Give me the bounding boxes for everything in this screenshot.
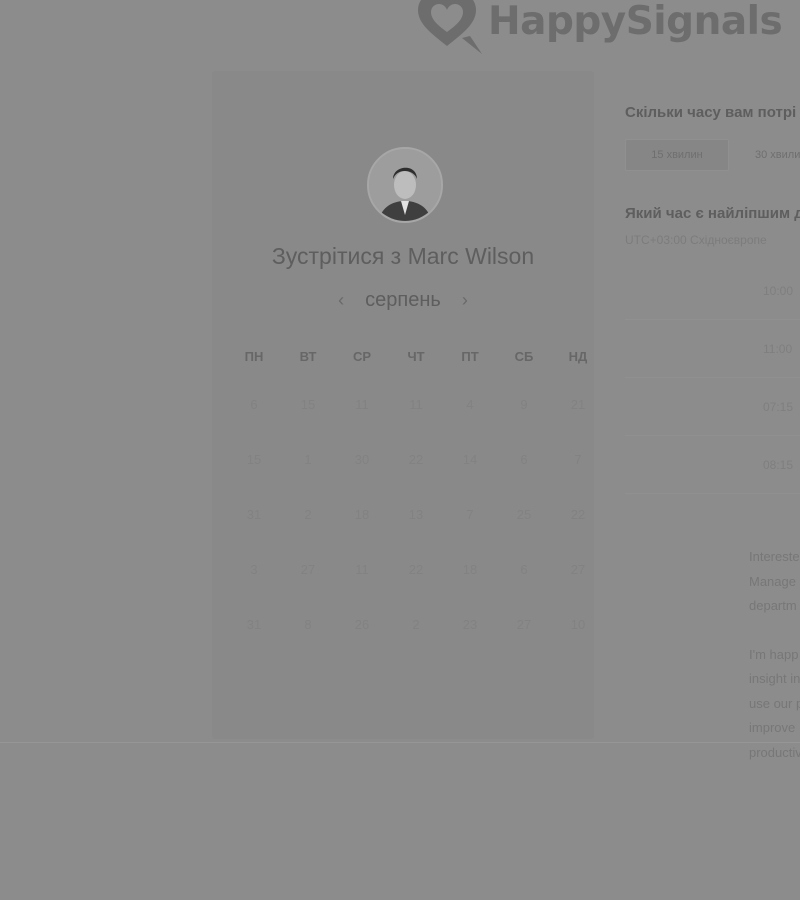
calendar-week-row: 6 15 11 11 4 9 21 xyxy=(227,369,605,424)
description-line: I'm happ xyxy=(749,646,799,662)
calendar-day[interactable]: 9 xyxy=(497,369,551,424)
time-slot-list: 10:00 11:00 07:15 08:15 xyxy=(625,262,800,494)
timezone-selector[interactable]: UTC+03:00 Східноєвропе xyxy=(625,233,767,247)
calendar-day[interactable]: 6 xyxy=(227,369,281,424)
time-slot[interactable]: 10:00 xyxy=(625,262,800,320)
calendar-week-row: 31 8 26 2 23 27 10 xyxy=(227,589,605,644)
description-line: use our p xyxy=(749,695,800,711)
scheduler-card: Зустрітися з Marc Wilson ‹ серпень › ПН … xyxy=(212,71,594,739)
weekday-label: СР xyxy=(352,349,372,364)
calendar-day[interactable]: 10 xyxy=(551,589,605,644)
logo-text: HappySignals xyxy=(488,0,783,44)
weekday-header-row: ПН ВТ СР ЧТ ПТ СБ НД xyxy=(227,349,605,369)
calendar-week-row: 31 2 18 13 7 25 22 xyxy=(227,479,605,534)
calendar-day[interactable]: 30 xyxy=(335,424,389,479)
calendar-day[interactable]: 22 xyxy=(551,479,605,534)
weekday-label: НД xyxy=(568,349,588,364)
duration-question: Скільки часу вам потрі xyxy=(625,104,797,121)
calendar-day[interactable]: 3 xyxy=(227,534,281,589)
calendar-day[interactable]: 11 xyxy=(335,534,389,589)
calendar-day[interactable]: 25 xyxy=(497,479,551,534)
calendar-day[interactable]: 18 xyxy=(335,479,389,534)
calendar-grid: ПН ВТ СР ЧТ ПТ СБ НД 6 15 11 11 4 9 21 1… xyxy=(227,349,605,644)
weekday-label: СБ xyxy=(514,349,534,364)
time-slot[interactable]: 07:15 xyxy=(625,378,800,436)
calendar-day[interactable]: 27 xyxy=(281,534,335,589)
month-label: серпень xyxy=(365,289,441,311)
calendar-day[interactable]: 22 xyxy=(389,424,443,479)
calendar-day[interactable]: 1 xyxy=(281,424,335,479)
calendar-day[interactable]: 14 xyxy=(443,424,497,479)
calendar-day[interactable]: 7 xyxy=(443,479,497,534)
weekday-label: ВТ xyxy=(299,349,317,364)
calendar-week-row: 3 27 11 22 18 6 27 xyxy=(227,534,605,589)
person-photo-icon xyxy=(369,149,441,221)
description-line: improve xyxy=(749,720,796,735)
description-line: departm xyxy=(749,598,797,613)
calendar-day[interactable]: 6 xyxy=(497,424,551,479)
calendar-day[interactable]: 2 xyxy=(281,479,335,534)
calendar-day[interactable]: 21 xyxy=(551,369,605,424)
happysignals-logo: HappySignals xyxy=(412,0,783,56)
calendar-day[interactable]: 27 xyxy=(497,589,551,644)
calendar-day[interactable]: 27 xyxy=(551,534,605,589)
avatar xyxy=(367,147,443,223)
description-line: productiv xyxy=(749,744,800,760)
calendar-day[interactable]: 7 xyxy=(551,424,605,479)
calendar-day[interactable]: 22 xyxy=(389,534,443,589)
calendar-day[interactable]: 4 xyxy=(443,369,497,424)
calendar-day[interactable]: 31 xyxy=(227,589,281,644)
logo-heart-bubble-icon xyxy=(418,0,482,54)
calendar-day[interactable]: 2 xyxy=(389,589,443,644)
calendar-day[interactable]: 8 xyxy=(281,589,335,644)
time-slot[interactable]: 11:00 xyxy=(625,320,800,378)
weekday-label: ПН xyxy=(244,349,264,364)
duration-30-button[interactable]: 30 хвили xyxy=(729,139,800,171)
calendar-day[interactable]: 11 xyxy=(389,369,443,424)
meeting-title: Зустрітися з Marc Wilson xyxy=(271,243,535,269)
calendar-day[interactable]: 11 xyxy=(335,369,389,424)
calendar-day[interactable]: 15 xyxy=(281,369,335,424)
description-line: Manage xyxy=(749,573,796,589)
weekday-label: ПТ xyxy=(461,349,479,364)
prev-month-chevron-icon[interactable]: ‹ xyxy=(331,290,351,311)
calendar-day[interactable]: 13 xyxy=(389,479,443,534)
calendar-day[interactable]: 31 xyxy=(227,479,281,534)
month-navigation: ‹ серпень › xyxy=(212,289,594,312)
description-line: insight in xyxy=(749,671,800,686)
description-paragraph: I'm happ insight in use our p improve pr… xyxy=(749,643,800,766)
next-month-chevron-icon[interactable]: › xyxy=(455,290,475,311)
duration-15-button[interactable]: 15 хвилин xyxy=(625,139,729,171)
description-line: Intereste xyxy=(749,549,800,564)
calendar-day[interactable]: 6 xyxy=(497,534,551,589)
time-question: Який час є найліпшим д xyxy=(625,205,800,222)
time-slot[interactable]: 08:15 xyxy=(625,436,800,494)
calendar-day[interactable]: 26 xyxy=(335,589,389,644)
divider xyxy=(0,742,800,743)
description-paragraph: Intereste Manage departm xyxy=(749,545,800,619)
meeting-description: Intereste Manage departm I'm happ insigh… xyxy=(749,545,800,789)
calendar-day[interactable]: 15 xyxy=(227,424,281,479)
calendar-day[interactable]: 18 xyxy=(443,534,497,589)
calendar-day[interactable]: 23 xyxy=(443,589,497,644)
duration-options: 15 хвилин 30 хвили xyxy=(625,139,800,171)
weekday-label: ЧТ xyxy=(407,349,425,364)
calendar-week-row: 15 1 30 22 14 6 7 xyxy=(227,424,605,479)
